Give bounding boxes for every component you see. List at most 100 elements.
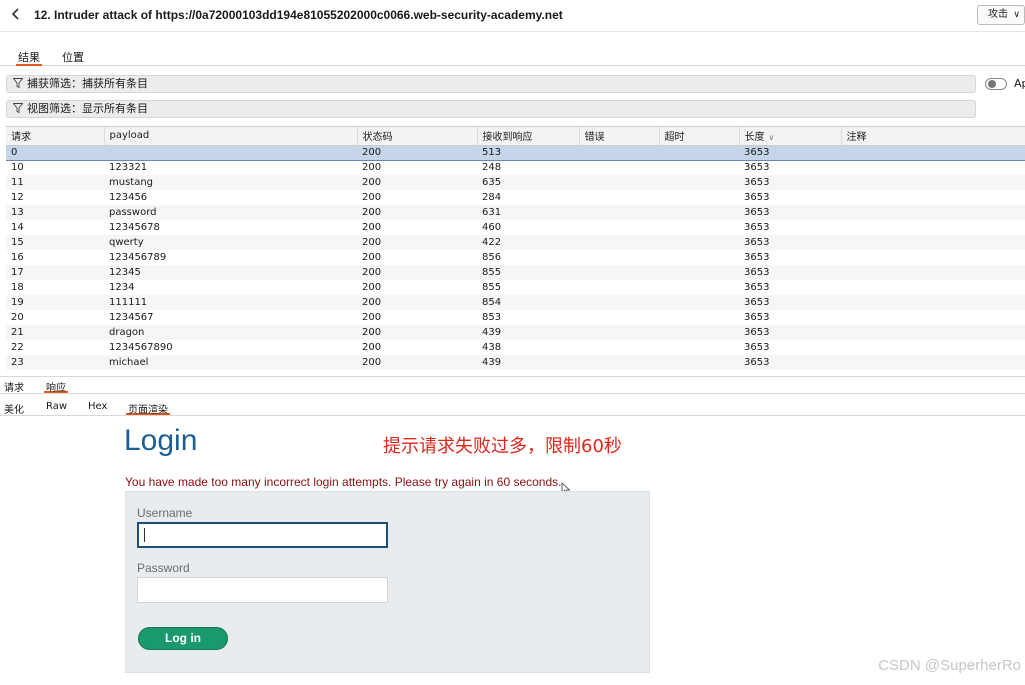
request-response-tab-bar: 请求 响应: [0, 376, 1025, 394]
table-cell: 3653: [744, 252, 770, 263]
table-cell: 855: [482, 282, 502, 293]
table-row[interactable]: 16 123456789 200 856 3653: [6, 250, 1025, 265]
table-cell: 200: [362, 252, 382, 263]
table-cell: [579, 310, 659, 325]
table-cell: 200: [357, 325, 477, 340]
back-arrow-icon[interactable]: [8, 7, 24, 23]
username-input[interactable]: [137, 522, 388, 548]
table-cell: 200: [362, 282, 382, 293]
table-row[interactable]: 12 123456 200 284 3653: [6, 190, 1025, 205]
table-row[interactable]: 22 1234567890 200 438 3653: [6, 340, 1025, 355]
table-cell: 111111: [104, 295, 357, 310]
table-row[interactable]: 10 123321 200 248 3653: [6, 160, 1025, 175]
table-row[interactable]: 0 200 513 3653: [6, 144, 1025, 161]
table-cell: 3653: [744, 312, 770, 323]
capture-filter-bar[interactable]: 捕获筛选：捕获所有条目: [6, 75, 976, 93]
table-cell: 12: [11, 192, 24, 203]
table-cell: 853: [482, 312, 502, 323]
login-button[interactable]: Log in: [138, 627, 228, 650]
tab-request[interactable]: 请求: [2, 379, 26, 394]
table-cell: [841, 280, 1025, 295]
column-header-error[interactable]: 错误: [579, 127, 660, 146]
table-cell: [841, 190, 1025, 205]
tab-hex[interactable]: Hex: [86, 401, 109, 415]
column-header-payload[interactable]: payload: [104, 127, 358, 146]
column-header-timeout[interactable]: 超时: [659, 127, 740, 146]
sort-down-icon: ∨: [768, 133, 775, 143]
password-input[interactable]: [137, 577, 388, 603]
table-cell: 3653: [739, 355, 841, 370]
table-cell: [841, 220, 1025, 235]
tab-positions[interactable]: 位置: [60, 49, 86, 66]
table-cell: [579, 220, 659, 235]
table-body: 0 200 513 3653 10 123321 200 248 3653 11 mustang 20…: [6, 144, 1025, 370]
column-header-status[interactable]: 状态码: [357, 127, 478, 146]
table-cell: 200: [357, 175, 477, 190]
table-cell: [659, 250, 739, 265]
table-cell: 3653: [739, 144, 841, 161]
table-cell: 439: [477, 355, 579, 370]
table-row[interactable]: 23 michael 200 439 3653: [6, 355, 1025, 370]
view-mode-tab-bar: 美化 Raw Hex 页面渲染: [0, 399, 1025, 416]
table-cell: 631: [477, 205, 579, 220]
column-header-comment[interactable]: 注释: [841, 127, 1025, 146]
table-cell: 635: [477, 175, 579, 190]
table-row[interactable]: 15 qwerty 200 422 3653: [6, 235, 1025, 250]
window-title: 12. Intruder attack of https://0a7200010…: [34, 8, 563, 22]
filter-icon: [13, 103, 23, 113]
table-cell: 12345: [104, 265, 357, 280]
table-cell: 1234567: [109, 312, 154, 323]
table-row[interactable]: 17 12345 200 855 3653: [6, 265, 1025, 280]
table-cell: 200: [357, 205, 477, 220]
table-cell: 248: [482, 162, 502, 174]
tab-response[interactable]: 响应: [44, 379, 68, 394]
chevron-down-icon: ∨: [1013, 10, 1020, 20]
table-cell: [841, 235, 1025, 250]
error-message: You have made too many incorrect login a…: [125, 475, 562, 489]
table-row[interactable]: 14 12345678 200 460 3653: [6, 220, 1025, 235]
table-cell: [841, 265, 1025, 280]
table-cell: 200: [357, 235, 477, 250]
attack-menu-button[interactable]: 攻击 ∨: [977, 5, 1025, 25]
table-row[interactable]: 18 1234 200 855 3653: [6, 280, 1025, 295]
table-cell: [579, 355, 659, 370]
table-row[interactable]: 11 mustang 200 635 3653: [6, 175, 1025, 190]
table-cell: 460: [482, 222, 502, 233]
toggle-switch[interactable]: [985, 78, 1007, 90]
table-cell: [579, 265, 659, 280]
table-cell: [841, 295, 1025, 310]
tab-raw[interactable]: Raw: [44, 401, 69, 415]
column-header-request[interactable]: 请求: [6, 127, 105, 146]
table-cell: 3653: [739, 205, 841, 220]
table-cell: [841, 310, 1025, 325]
annotation-text: 提示请求失败过多，限制60秒: [383, 436, 622, 457]
table-cell: 422: [477, 235, 579, 250]
tab-results[interactable]: 结果: [16, 49, 42, 66]
table-cell: 1234: [109, 282, 135, 293]
table-cell: 855: [477, 265, 579, 280]
table-cell: 3653: [744, 162, 770, 174]
table-cell: [841, 205, 1025, 220]
tab-render[interactable]: 页面渲染: [126, 401, 170, 416]
table-cell: 439: [477, 325, 579, 340]
column-header-length-label: 长度: [744, 132, 765, 144]
table-cell: 200: [362, 222, 382, 233]
table-row[interactable]: 21 dragon 200 439 3653: [6, 325, 1025, 340]
table-cell: 123456: [109, 192, 148, 203]
view-filter-text: 视图筛选：显示所有条目: [27, 102, 148, 115]
table-cell: [659, 235, 739, 250]
table-cell: 3653: [744, 342, 770, 353]
table-cell: 3653: [744, 192, 770, 203]
view-filter-bar[interactable]: 视图筛选：显示所有条目: [6, 100, 976, 118]
table-row[interactable]: 20 1234567 200 853 3653: [6, 310, 1025, 325]
table-cell: 200: [357, 144, 477, 161]
column-header-length[interactable]: 长度 ∨: [739, 127, 842, 146]
table-cell: [659, 144, 739, 161]
table-row[interactable]: 19 111111 200 854 3653: [6, 295, 1025, 310]
table-row[interactable]: 13 password 200 631 3653: [6, 205, 1025, 220]
table-cell: [659, 265, 739, 280]
column-header-response-received[interactable]: 接收到响应: [477, 127, 580, 146]
tab-pretty[interactable]: 美化: [2, 401, 26, 416]
results-table[interactable]: 请求 payload 状态码 接收到响应 错误 超时 长度 ∨ 注释 0 200 51…: [6, 126, 1025, 372]
table-cell: password: [104, 205, 357, 220]
